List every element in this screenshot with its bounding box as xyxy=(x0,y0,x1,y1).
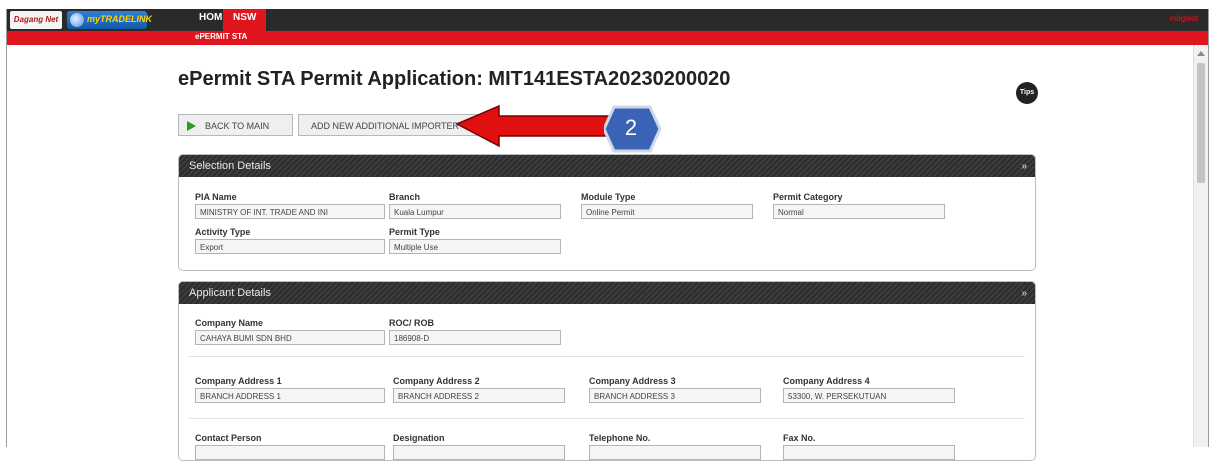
mytradelink-logo[interactable]: myTRADELINK xyxy=(67,11,152,29)
field-label: ROC/ ROB xyxy=(389,318,434,328)
field-label: Contact Person xyxy=(195,433,262,443)
divider xyxy=(189,418,1025,419)
permit-type-field: Permit Type Multiple Use xyxy=(389,227,561,254)
add-new-additional-importer-button[interactable]: ADD NEW ADDITIONAL IMPORTER xyxy=(298,114,478,136)
add-button-label: ADD NEW ADDITIONAL IMPORTER xyxy=(311,121,460,131)
tips-button[interactable]: Tips xyxy=(1016,82,1038,104)
field-label: Designation xyxy=(393,433,445,443)
top-navigation-bar: Dagang Net myTRADELINK HOME NSW mbgtest xyxy=(7,9,1208,31)
back-button-label: BACK TO MAIN xyxy=(205,121,270,131)
field-label: Company Address 3 xyxy=(589,376,676,386)
company-address-2-input[interactable]: BRANCH ADDRESS 2 xyxy=(393,388,565,403)
logo-text: myTRADELINK xyxy=(87,14,153,24)
activity-type-field: Activity Type Export xyxy=(195,227,385,254)
company-address-3-input[interactable]: BRANCH ADDRESS 3 xyxy=(589,388,761,403)
field-label: Module Type xyxy=(581,192,636,202)
branch-input[interactable]: Kuala Lumpur xyxy=(389,204,561,219)
applicant-details-panel: Applicant Details » Company Name CAHAYA … xyxy=(178,281,1036,461)
activity-type-input[interactable]: Export xyxy=(195,239,385,254)
nav-nsw[interactable]: NSW xyxy=(223,9,267,31)
user-link[interactable]: mbgtest xyxy=(1170,14,1198,23)
applicant-details-header[interactable]: Applicant Details » xyxy=(179,282,1035,304)
company-address-1-field: Company Address 1 BRANCH ADDRESS 1 xyxy=(195,376,385,403)
selection-details-panel: Selection Details » PIA Name MINISTRY OF… xyxy=(178,154,1036,271)
company-address-4-field: Company Address 4 53300, W. PERSEKUTUAN xyxy=(783,376,955,403)
contact-person-input[interactable] xyxy=(195,445,385,460)
company-name-field: Company Name CAHAYA BUMI SDN BHD xyxy=(195,318,385,345)
company-address-3-field: Company Address 3 BRANCH ADDRESS 3 xyxy=(589,376,761,403)
pia-name-field: PIA Name MINISTRY OF INT. TRADE AND INI xyxy=(195,192,385,219)
roc-rob-input[interactable]: 186908-D xyxy=(389,330,561,345)
company-address-2-field: Company Address 2 BRANCH ADDRESS 2 xyxy=(393,376,565,403)
company-address-1-input[interactable]: BRANCH ADDRESS 1 xyxy=(195,388,385,403)
permit-type-input[interactable]: Multiple Use xyxy=(389,239,561,254)
permit-category-field: Permit Category Normal xyxy=(773,192,945,219)
field-label: PIA Name xyxy=(195,192,237,202)
scrollbar-thumb[interactable] xyxy=(1197,63,1205,183)
field-label: Permit Type xyxy=(389,227,440,237)
module-type-input[interactable]: Online Permit xyxy=(581,204,753,219)
field-label: Permit Category xyxy=(773,192,843,202)
back-to-main-button[interactable]: BACK TO MAIN xyxy=(178,114,293,136)
dagang-net-logo: Dagang Net xyxy=(10,11,62,29)
field-label: Activity Type xyxy=(195,227,251,237)
fax-input[interactable] xyxy=(783,445,955,460)
permit-category-input[interactable]: Normal xyxy=(773,204,945,219)
divider xyxy=(189,356,1025,357)
pia-name-input[interactable]: MINISTRY OF INT. TRADE AND INI xyxy=(195,204,385,219)
field-label: Company Address 4 xyxy=(783,376,870,386)
scroll-up-icon[interactable] xyxy=(1197,51,1205,56)
module-type-field: Module Type Online Permit xyxy=(581,192,753,219)
collapse-chevron-icon[interactable]: » xyxy=(1021,156,1027,178)
designation-input[interactable] xyxy=(393,445,565,460)
branch-field: Branch Kuala Lumpur xyxy=(389,192,561,219)
applicant-details-title: Applicant Details xyxy=(189,287,271,299)
back-arrow-icon xyxy=(187,121,196,131)
company-address-4-input[interactable]: 53300, W. PERSEKUTUAN xyxy=(783,388,955,403)
selection-details-title: Selection Details xyxy=(189,160,271,172)
sub-nav-epermit-sta[interactable]: ePERMIT STA xyxy=(195,32,247,41)
telephone-input[interactable] xyxy=(589,445,761,460)
company-name-input[interactable]: CAHAYA BUMI SDN BHD xyxy=(195,330,385,345)
sub-navigation-bar: ePERMIT STA xyxy=(7,31,1208,45)
field-label: Company Name xyxy=(195,318,264,328)
collapse-chevron-icon[interactable]: » xyxy=(1021,283,1027,305)
field-label: Fax No. xyxy=(783,433,816,443)
roc-rob-field: ROC/ ROB 186908-D xyxy=(389,318,561,345)
globe-icon xyxy=(70,13,84,27)
vertical-scrollbar[interactable] xyxy=(1193,45,1208,447)
field-label: Company Address 2 xyxy=(393,376,480,386)
annotation-arrow-icon xyxy=(455,104,610,148)
field-label: Company Address 1 xyxy=(195,376,282,386)
page-title: ePermit STA Permit Application: MIT141ES… xyxy=(178,68,731,90)
selection-details-header[interactable]: Selection Details » xyxy=(179,155,1035,177)
field-label: Branch xyxy=(389,192,421,202)
field-label: Telephone No. xyxy=(589,433,651,443)
step-badge-number: 2 xyxy=(624,115,638,140)
